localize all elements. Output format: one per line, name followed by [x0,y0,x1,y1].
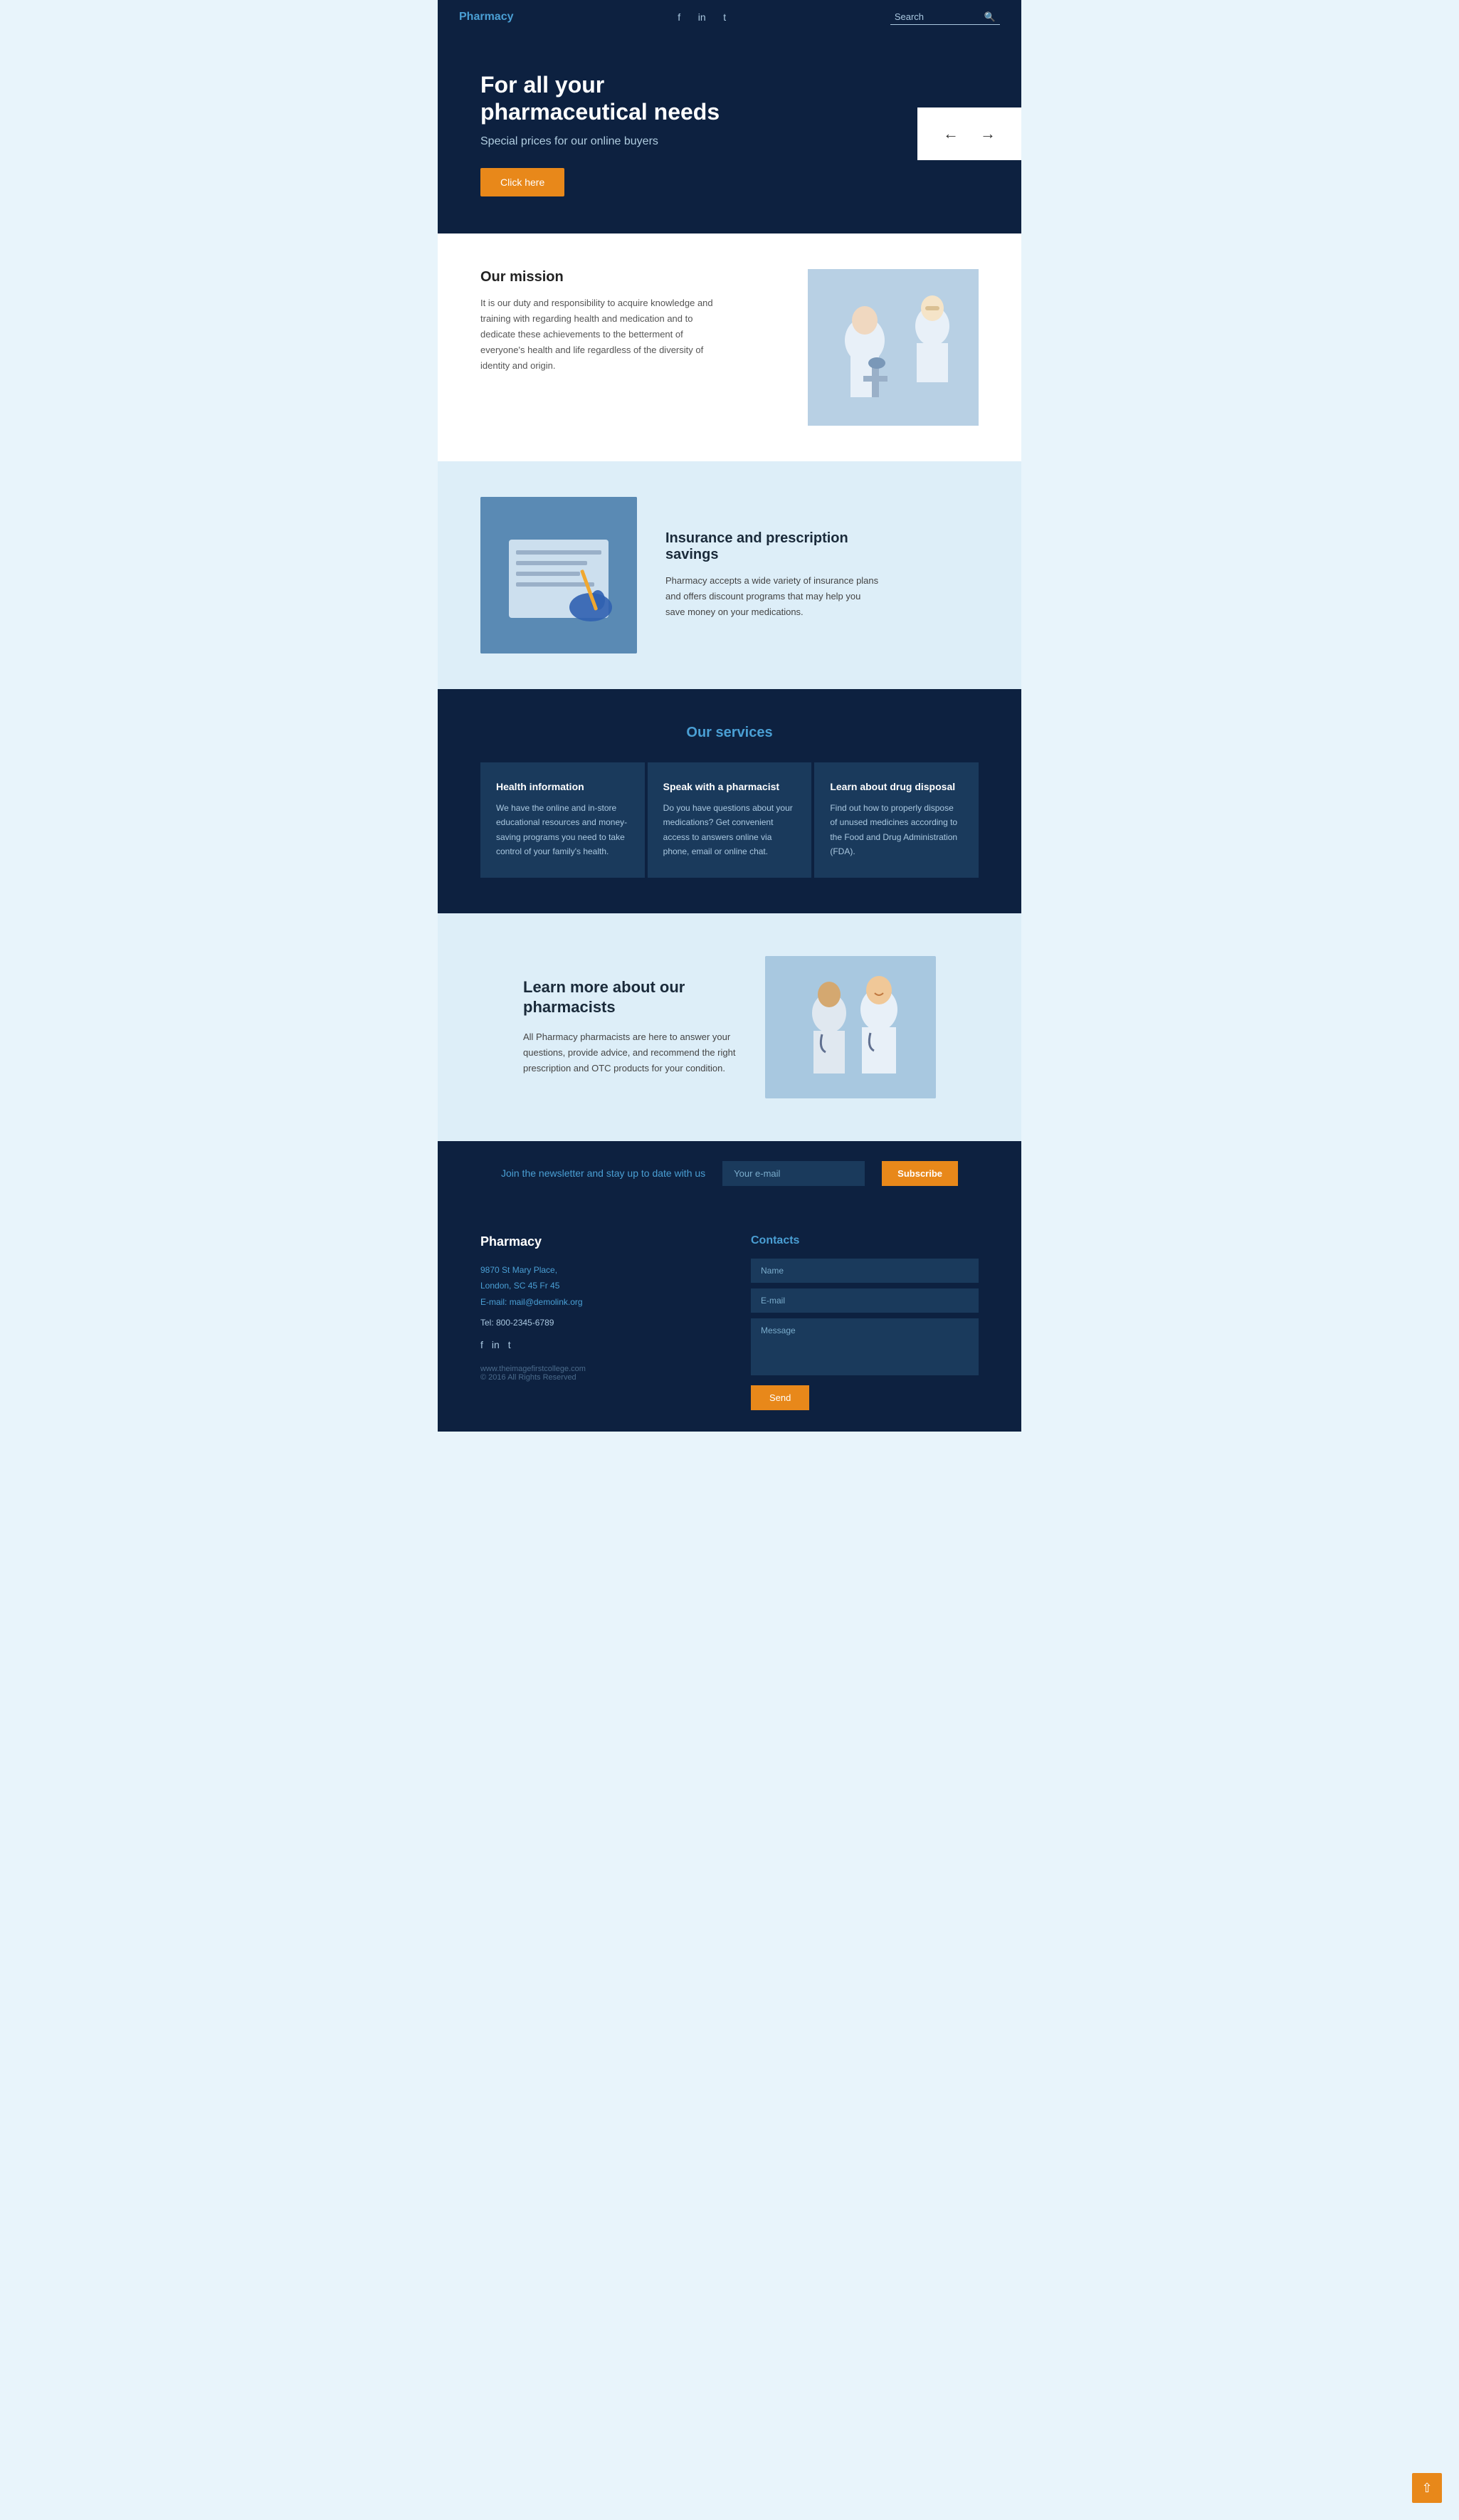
footer-address-line2: London, SC 45 Fr 45 [480,1281,559,1291]
mission-text: Our mission It is our duty and responsib… [480,269,722,374]
next-slide-button[interactable]: → [980,125,996,143]
footer-tel: Tel: 800-2345-6789 [480,1318,708,1328]
social-links: f in t [673,11,731,23]
footer-name-input[interactable] [751,1259,979,1283]
service-title-disposal: Learn about drug disposal [830,781,963,792]
search-input[interactable] [895,11,980,22]
service-card-pharmacist: Speak with a pharmacist Do you have ques… [648,762,812,878]
insurance-text: Insurance and prescription savings Pharm… [665,530,879,620]
service-card-disposal: Learn about drug disposal Find out how t… [814,762,979,878]
pharmacists-body: All Pharmacy pharmacists are here to ans… [523,1029,737,1076]
search-form: 🔍 [890,10,1000,25]
footer-send-button[interactable]: Send [751,1385,809,1410]
service-body-pharmacist: Do you have questions about your medicat… [663,801,796,859]
footer-contacts-title: Contacts [751,1234,979,1247]
footer-email-input[interactable] [751,1288,979,1313]
hero-subtitle: Special prices for our online buyers [480,135,722,148]
footer-twitter-icon[interactable]: t [508,1339,511,1350]
footer-facebook-icon[interactable]: f [480,1339,483,1350]
newsletter-subscribe-button[interactable]: Subscribe [882,1161,958,1186]
services-title: Our services [480,725,979,741]
footer-address: 9870 St Mary Place, London, SC 45 Fr 45 … [480,1262,708,1311]
footer-linkedin-icon[interactable]: in [492,1339,500,1350]
footer-copyright: www.theimagefirstcollege.com © 2016 All … [480,1365,708,1382]
hero-navigation: ← → [917,107,1021,160]
footer-email-label: E-mail: [480,1297,507,1307]
back-to-top-button[interactable]: ⇧ [1412,2473,1442,2503]
newsletter-section: Join the newsletter and stay up to date … [438,1141,1021,1206]
twitter-icon[interactable]: t [718,11,731,23]
brand-logo[interactable]: Pharmacy [459,11,514,23]
pharmacists-title: Learn more about our pharmacists [523,977,737,1018]
facebook-icon[interactable]: f [673,11,685,23]
newsletter-text: Join the newsletter and stay up to date … [501,1167,705,1179]
service-card-health: Health information We have the online an… [480,762,645,878]
service-title-health: Health information [496,781,629,792]
hero-cta-button[interactable]: Click here [480,168,564,196]
hero-content: For all your pharmaceutical needs Specia… [480,71,722,197]
mission-section: Our mission It is our duty and responsib… [438,233,1021,461]
services-grid: Health information We have the online an… [480,762,979,878]
mission-body: It is our duty and responsibility to acq… [480,295,722,374]
footer-copyright-text: © 2016 All Rights Reserved [480,1373,576,1382]
footer-brand: Pharmacy [480,1234,708,1249]
service-title-pharmacist: Speak with a pharmacist [663,781,796,792]
mission-image [808,269,979,426]
pharmacists-section: Learn more about our pharmacists All Pha… [438,913,1021,1141]
pharmacists-image [765,956,936,1098]
footer-contact-form: Send [751,1259,979,1410]
service-body-disposal: Find out how to properly dispose of unus… [830,801,963,859]
hero-section: For all your pharmaceutical needs Specia… [438,34,1021,233]
insurance-body: Pharmacy accepts a wide variety of insur… [665,573,879,620]
search-icon[interactable]: 🔍 [984,11,996,23]
services-section: Our services Health information We have … [438,689,1021,913]
insurance-image [480,497,637,653]
prev-slide-button[interactable]: ← [943,125,959,143]
linkedin-icon[interactable]: in [695,11,708,23]
footer-right: Contacts Send [751,1234,979,1410]
footer-email[interactable]: mail@demolink.org [510,1297,583,1307]
newsletter-email-input[interactable] [722,1161,865,1186]
insurance-title: Insurance and prescription savings [665,530,879,563]
service-body-health: We have the online and in-store educatio… [496,801,629,859]
insurance-section: Insurance and prescription savings Pharm… [438,461,1021,689]
mission-title: Our mission [480,269,722,285]
footer-message-input[interactable] [751,1318,979,1375]
footer-address-line1: 9870 St Mary Place, [480,1265,557,1275]
navbar: Pharmacy f in t 🔍 [438,0,1021,34]
footer: Pharmacy 9870 St Mary Place, London, SC … [438,1206,1021,1432]
footer-left: Pharmacy 9870 St Mary Place, London, SC … [480,1234,708,1410]
pharmacists-text: Learn more about our pharmacists All Pha… [523,977,737,1076]
footer-social: f in t [480,1339,708,1350]
hero-title: For all your pharmaceutical needs [480,71,722,126]
footer-website: www.theimagefirstcollege.com [480,1365,708,1373]
